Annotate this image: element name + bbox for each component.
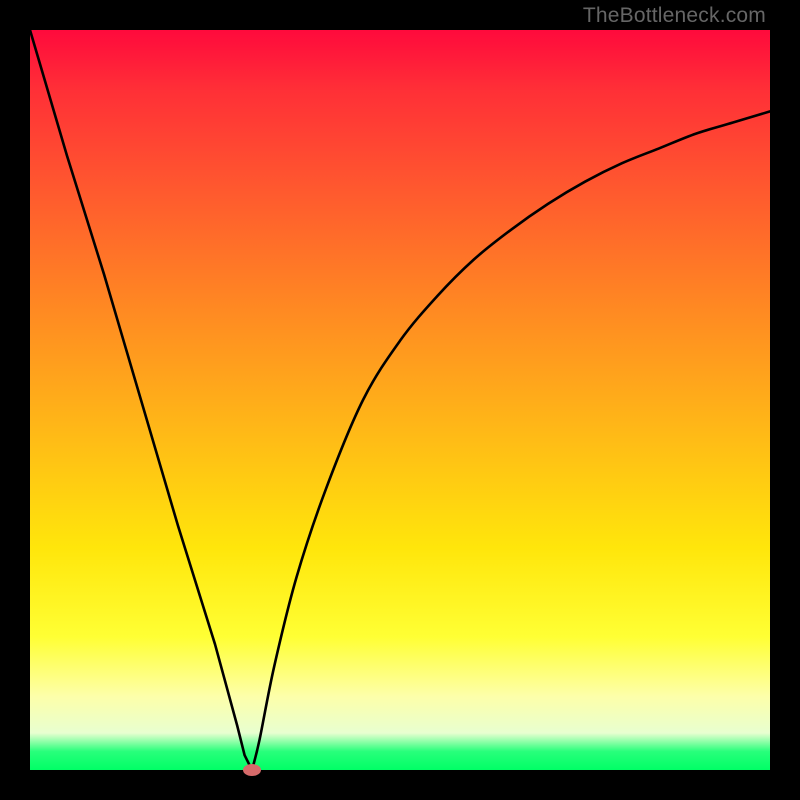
bottleneck-curve <box>30 30 770 770</box>
chart-frame: TheBottleneck.com <box>0 0 800 800</box>
vertex-marker <box>243 764 261 776</box>
watermark-text: TheBottleneck.com <box>583 4 766 28</box>
plot-area <box>30 30 770 770</box>
